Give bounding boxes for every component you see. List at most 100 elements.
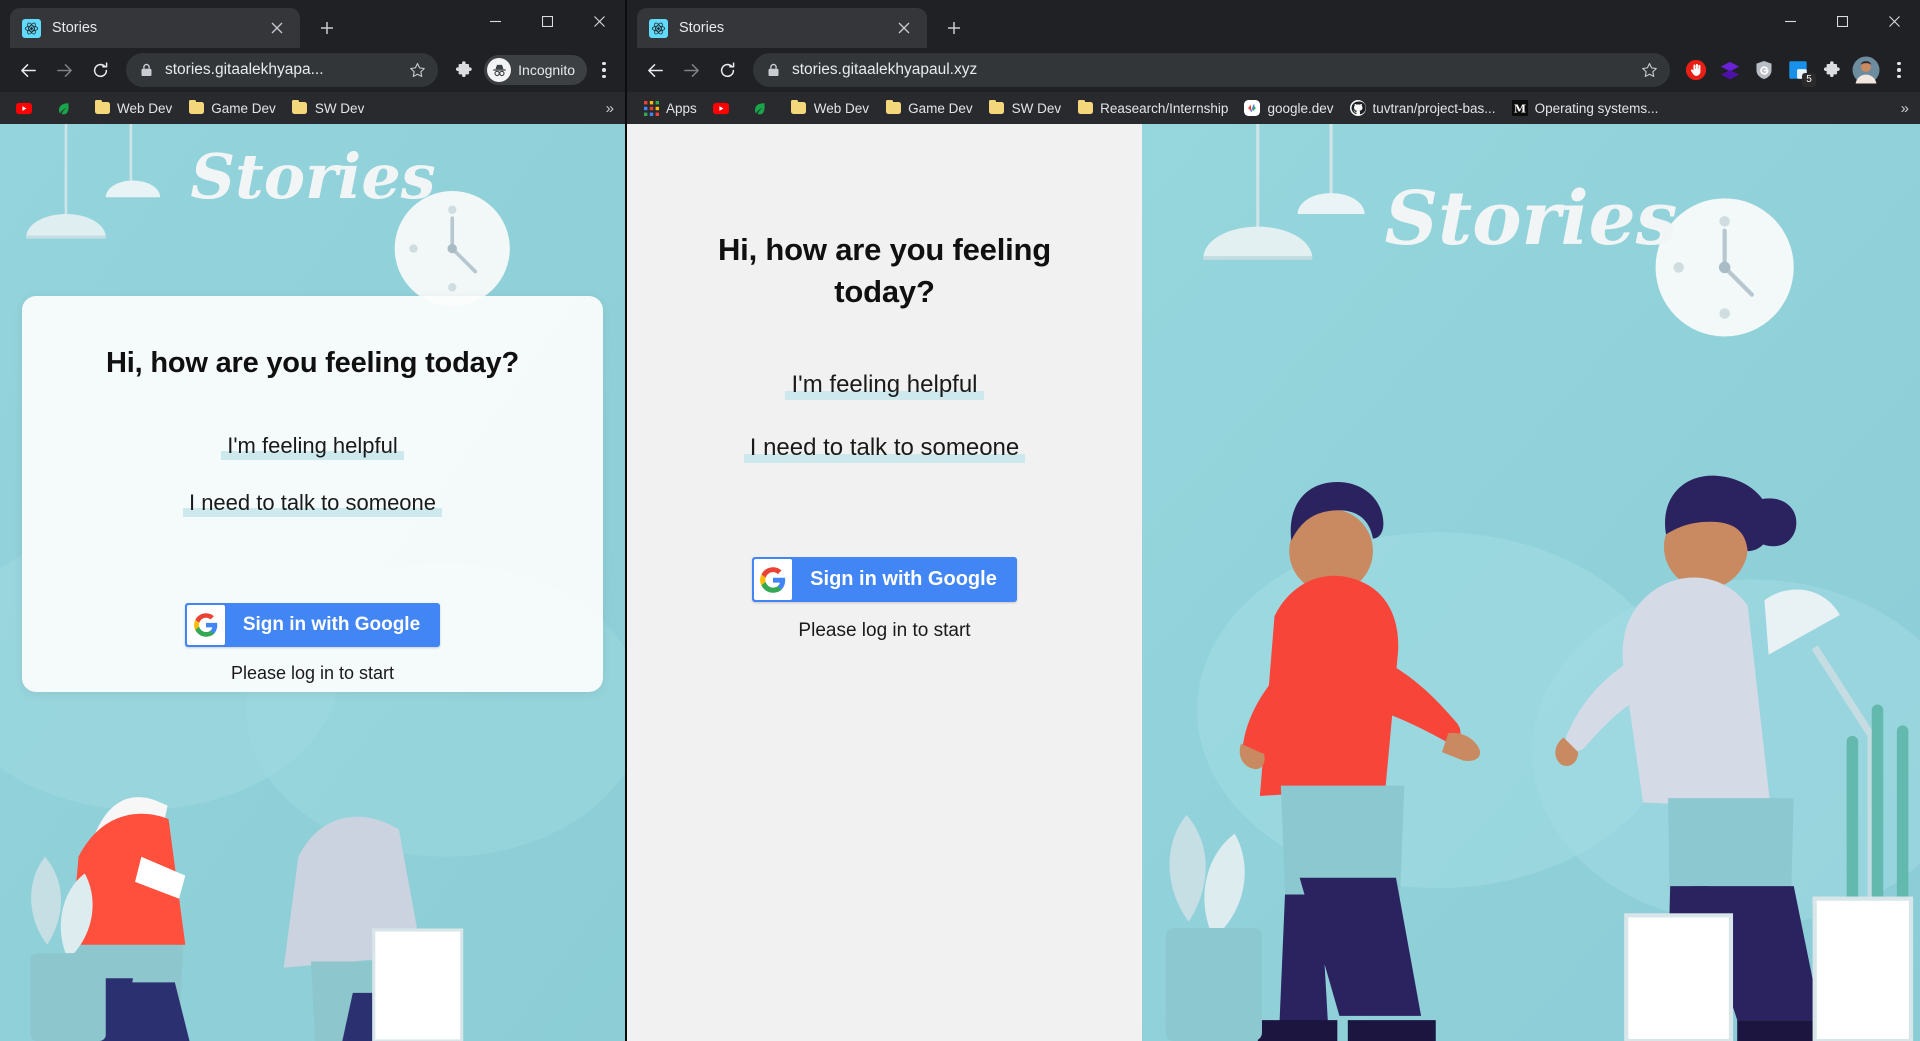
minimize-icon[interactable] xyxy=(1764,0,1816,42)
bookmark-youtube[interactable] xyxy=(705,96,744,120)
bookmark-folder-web-dev[interactable]: Web Dev xyxy=(86,96,180,120)
github-icon xyxy=(1349,100,1366,116)
leaf-icon xyxy=(752,100,768,116)
browser-window-left: Stories stories.gitaalekhyapa... Incogni… xyxy=(0,0,627,1041)
address-bar-left[interactable]: stories.gitaalekhyapa... xyxy=(126,53,439,87)
sign-in-button-label: Sign in with Google xyxy=(242,614,421,636)
bookmark-google-dev[interactable]: google.dev xyxy=(1236,96,1341,120)
dual-browser-windows: Stories stories.gitaalekhyapa... Incogni… xyxy=(0,0,1920,1041)
login-hint: Please log in to start xyxy=(798,620,971,642)
mood-option-talk[interactable]: I need to talk to someone xyxy=(743,436,1026,464)
login-hint: Please log in to start xyxy=(230,663,395,684)
new-tab-button-left[interactable] xyxy=(310,11,344,45)
ublock-origin-icon[interactable] xyxy=(1680,54,1712,86)
close-icon[interactable] xyxy=(573,0,625,42)
bookmark-folder-web-dev[interactable]: Web Dev xyxy=(783,96,877,120)
reload-icon[interactable] xyxy=(82,52,118,88)
tab-title: Stories xyxy=(52,20,98,36)
three-dot-menu-icon[interactable] xyxy=(589,54,619,86)
purple-layers-icon[interactable] xyxy=(1714,54,1746,86)
star-icon[interactable] xyxy=(402,55,432,85)
shield-icon[interactable] xyxy=(1748,54,1780,86)
folder-icon xyxy=(1077,99,1093,116)
bookmark-folder-sw-dev[interactable]: SW Dev xyxy=(284,96,373,120)
youtube-icon xyxy=(712,100,729,116)
bookmark-folder-game-dev[interactable]: Game Dev xyxy=(877,96,981,120)
user-avatar-icon[interactable] xyxy=(1850,54,1882,86)
mood-option-talk[interactable]: I need to talk to someone xyxy=(182,492,443,518)
chevron-double-right-icon[interactable]: » xyxy=(1894,100,1916,117)
puzzle-piece-icon[interactable] xyxy=(448,54,480,86)
youtube-icon xyxy=(16,100,32,116)
bookmark-folder-sw-dev[interactable]: SW Dev xyxy=(981,96,1070,120)
bookmark-label: Operating systems... xyxy=(1534,100,1659,116)
chevron-double-right-icon[interactable]: » xyxy=(599,100,621,117)
mood-option-label: I'm feeling helpful xyxy=(785,373,984,401)
bookmark-label: SW Dev xyxy=(314,100,365,116)
bookmark-leaf[interactable] xyxy=(47,96,86,120)
toolbar-left: stories.gitaalekhyapa... Incognito xyxy=(0,48,625,92)
lock-icon xyxy=(767,63,780,77)
tab-stories-left[interactable]: Stories xyxy=(10,8,300,48)
url-text: stories.gitaalekhyapa... xyxy=(165,61,324,78)
browser-window-right: Stories stories.gitaalekhyapaul.xyz 5 Ap… xyxy=(627,0,1920,1041)
folder-icon xyxy=(292,99,308,116)
bookmark-label: tuvtran/project-bas... xyxy=(1372,100,1496,116)
bookmark-label: Reasearch/Internship xyxy=(1100,100,1229,116)
google-g-icon xyxy=(186,605,225,646)
folder-icon xyxy=(989,99,1005,116)
mood-option-helpful[interactable]: I'm feeling helpful xyxy=(785,373,984,401)
mood-option-label: I need to talk to someone xyxy=(182,492,443,518)
page-viewport-right: Stories Hi, how are you feeling today? I… xyxy=(627,124,1920,1041)
close-icon[interactable] xyxy=(891,15,917,41)
bookmark-label: Game Dev xyxy=(211,100,276,116)
tab-strip-left: Stories xyxy=(0,0,625,48)
mood-option-label: I need to talk to someone xyxy=(743,436,1026,464)
maximize-icon[interactable] xyxy=(521,0,573,42)
mood-option-label: I'm feeling helpful xyxy=(221,435,404,461)
page-heading: Hi, how are you feeling today? xyxy=(717,232,1051,310)
leaf-icon xyxy=(55,100,71,116)
bookmark-leaf[interactable] xyxy=(744,96,783,120)
mood-option-helpful[interactable]: I'm feeling helpful xyxy=(221,435,404,461)
sign-in-with-google-button[interactable]: Sign in with Google xyxy=(752,557,1017,603)
tab-stories-right[interactable]: Stories xyxy=(637,8,927,48)
forward-arrow-icon[interactable] xyxy=(673,52,709,88)
toolbar-right: stories.gitaalekhyapaul.xyz 5 xyxy=(627,48,1920,92)
star-icon[interactable] xyxy=(1634,55,1664,85)
reload-icon[interactable] xyxy=(709,52,745,88)
folder-icon xyxy=(94,99,110,116)
back-arrow-icon[interactable] xyxy=(637,52,673,88)
bookmark-label: Web Dev xyxy=(813,100,870,116)
bookmark-folder-game-dev[interactable]: Game Dev xyxy=(180,96,284,120)
forward-arrow-icon[interactable] xyxy=(46,52,82,88)
window-manager-icon[interactable]: 5 xyxy=(1782,54,1816,87)
bookmark-bar-right: Apps Web Dev Game Dev SW Dev Reasearch/I… xyxy=(627,92,1920,124)
page-heading: Hi, how are you feeling today? xyxy=(106,347,519,379)
illustration-pane: Stories xyxy=(1142,124,1920,1041)
tab-title: Stories xyxy=(679,20,725,36)
profile-incognito-chip[interactable]: Incognito xyxy=(484,55,587,85)
login-card-left: Hi, how are you feeling today? I'm feeli… xyxy=(22,296,603,692)
bookmark-apps[interactable]: Apps xyxy=(635,96,705,120)
tab-strip-right: Stories xyxy=(627,0,1920,48)
three-dot-menu-icon[interactable] xyxy=(1884,54,1914,86)
close-icon[interactable] xyxy=(264,15,290,41)
window-controls-left xyxy=(469,0,625,42)
back-arrow-icon[interactable] xyxy=(10,52,46,88)
minimize-icon[interactable] xyxy=(469,0,521,42)
bookmark-folder-research-internship[interactable]: Reasearch/Internship xyxy=(1069,96,1236,120)
bookmark-youtube[interactable] xyxy=(8,96,47,120)
url-text: stories.gitaalekhyapaul.xyz xyxy=(792,61,978,78)
sign-in-with-google-button[interactable]: Sign in with Google xyxy=(184,603,441,648)
new-tab-button-right[interactable] xyxy=(937,11,971,45)
bookmark-github-tuvtran[interactable]: tuvtran/project-bas... xyxy=(1342,96,1504,120)
bookmark-medium-operating-systems[interactable]: M Operating systems... xyxy=(1504,96,1667,120)
address-bar-right[interactable]: stories.gitaalekhyapaul.xyz xyxy=(753,53,1670,87)
maximize-icon[interactable] xyxy=(1816,0,1868,42)
bookmark-label: Game Dev xyxy=(908,100,973,116)
medium-m-icon: M xyxy=(1511,100,1528,116)
close-icon[interactable] xyxy=(1868,0,1920,42)
login-panel-right: Hi, how are you feeling today? I'm feeli… xyxy=(627,124,1142,642)
puzzle-piece-icon[interactable] xyxy=(1816,54,1848,86)
